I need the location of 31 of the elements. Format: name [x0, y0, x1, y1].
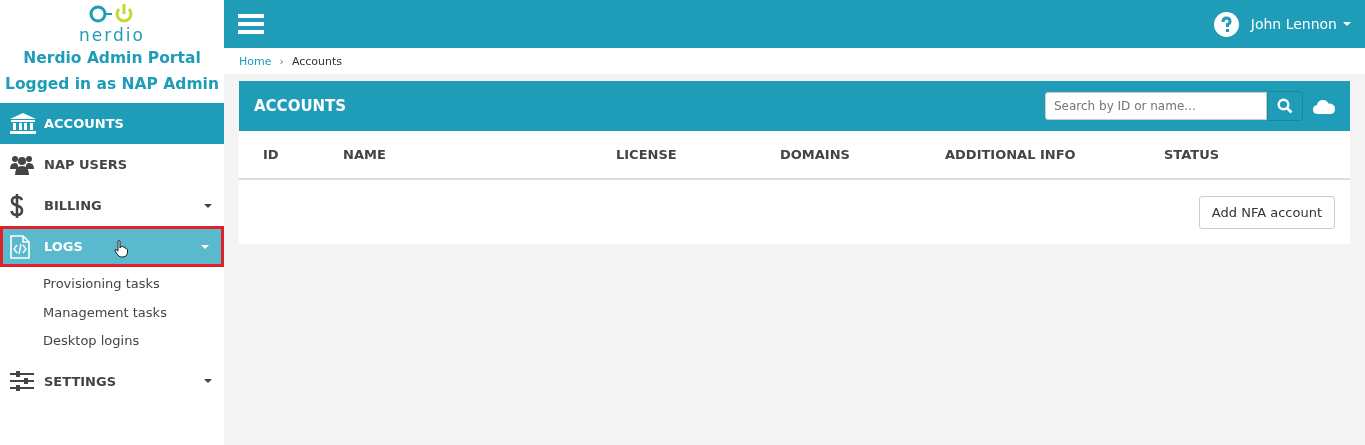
submenu-item[interactable]: Desktop logins [0, 327, 224, 356]
help-icon[interactable] [1213, 11, 1239, 37]
code-file-icon [10, 234, 30, 259]
search-button[interactable] [1267, 91, 1303, 121]
submenu-item[interactable]: Management tasks [0, 298, 224, 327]
logo-text: nerdio [79, 25, 145, 45]
column-header: ID [263, 147, 280, 162]
dollar-icon [10, 193, 24, 218]
cloud-icon[interactable] [1313, 98, 1335, 114]
login-status: Logged in as NAP Admin [4, 74, 220, 95]
breadcrumb-separator: › [279, 54, 284, 68]
search-icon [1277, 98, 1293, 114]
pointer-icon [114, 240, 128, 258]
sidebar-item[interactable]: SETTINGS [0, 360, 224, 402]
submenu-item[interactable]: Provisioning tasks [0, 270, 224, 299]
column-header: ADDITIONAL INFO [945, 147, 1077, 162]
panel-title: ACCOUNTS [254, 97, 347, 115]
column-header: STATUS [1164, 147, 1220, 162]
add-account-button[interactable]: Add NFA account [1198, 196, 1335, 229]
column-header: NAME [343, 147, 387, 162]
column-header: LICENSE [616, 147, 678, 162]
users-icon [10, 154, 34, 175]
menu-icon[interactable] [238, 13, 264, 35]
sidebar-item[interactable]: NAP USERS [0, 144, 224, 185]
sliders-icon [10, 371, 34, 391]
column-header: DOMAINS [780, 147, 851, 162]
bank-icon [10, 112, 36, 135]
portal-title: Nerdio Admin Portal [22, 48, 202, 69]
search-field[interactable]: Search by ID or name... [1045, 92, 1267, 120]
sidebar-item[interactable]: BILLING [0, 185, 224, 226]
breadcrumb-current: Accounts [291, 54, 343, 68]
